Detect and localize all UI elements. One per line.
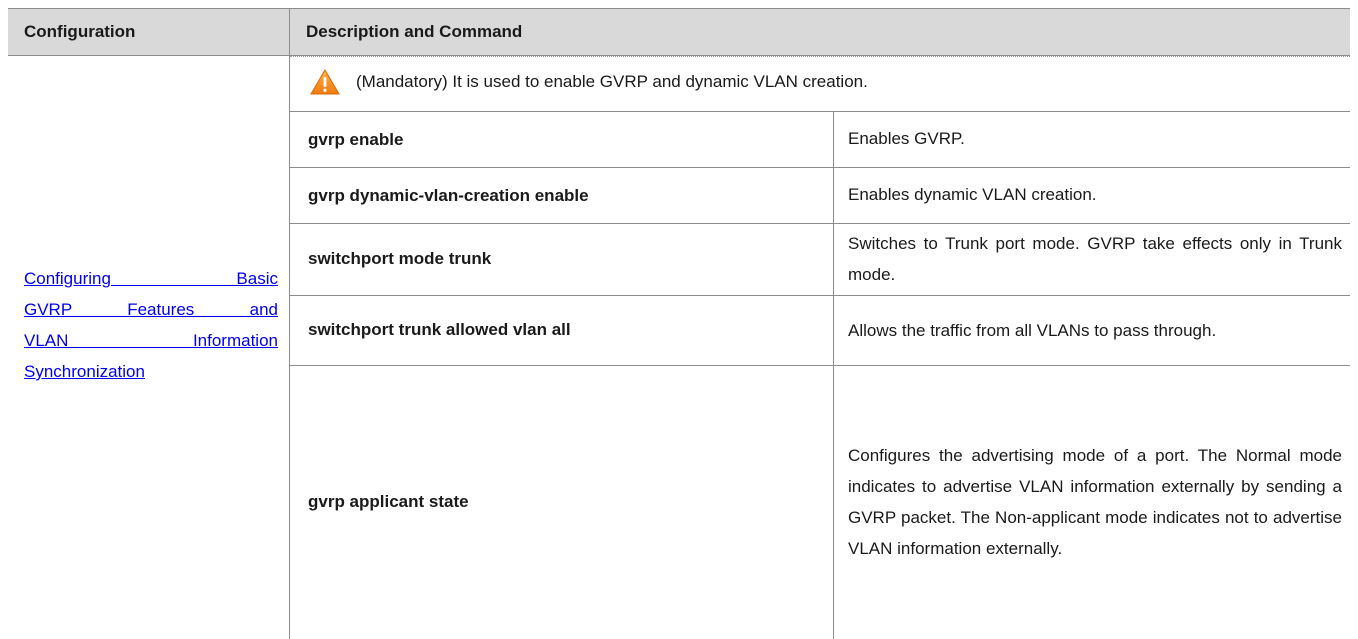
row-divider	[290, 111, 1350, 112]
table-header: Configuration Description and Command	[8, 8, 1350, 56]
note-text: (Mandatory) It is used to enable GVRP an…	[356, 72, 868, 91]
command-gvrp-enable: gvrp enable	[308, 130, 404, 149]
inner-column-divider	[833, 111, 834, 639]
dotted-divider	[290, 56, 1350, 58]
description-dynamic-vlan-creation: Enables dynamic VLAN creation.	[848, 185, 1097, 204]
command-gvrp-applicant-state: gvrp applicant state	[308, 492, 469, 511]
header-divider	[289, 9, 290, 55]
config-table: Configuration Description and Command Co…	[8, 8, 1350, 639]
header-configuration: Configuration	[24, 22, 136, 41]
row-divider	[290, 223, 1350, 224]
column-divider	[289, 56, 290, 639]
header-description: Description and Command	[306, 22, 523, 41]
command-dynamic-vlan-creation: gvrp dynamic-vlan-creation enable	[308, 186, 589, 205]
command-trunk-allowed-vlan-all: switchport trunk allowed vlan all	[308, 320, 571, 339]
row-divider	[290, 365, 1350, 366]
warning-icon	[310, 69, 340, 95]
mandatory-note: (Mandatory) It is used to enable GVRP an…	[290, 56, 1350, 111]
config-link-line-4[interactable]: Synchronization	[24, 356, 278, 387]
row-divider	[290, 167, 1350, 168]
description-switchport-mode-trunk: Switches to Trunk port mode. GVRP take e…	[848, 234, 1342, 284]
config-link-line-2[interactable]: GVRP Features and	[24, 294, 278, 325]
config-link-line-3[interactable]: VLAN Information	[24, 325, 278, 356]
row-divider	[290, 295, 1350, 296]
command-switchport-mode-trunk: switchport mode trunk	[308, 249, 492, 268]
description-gvrp-enable: Enables GVRP.	[848, 129, 965, 148]
description-trunk-allowed-vlan-all: Allows the traffic from all VLANs to pas…	[848, 320, 1217, 340]
config-link-line-1[interactable]: Configuring Basic	[24, 263, 278, 294]
description-gvrp-applicant-state: Configures the advertising mode of a por…	[848, 446, 1342, 558]
configuration-cell: Configuring Basic GVRP Features and VLAN…	[24, 263, 278, 387]
